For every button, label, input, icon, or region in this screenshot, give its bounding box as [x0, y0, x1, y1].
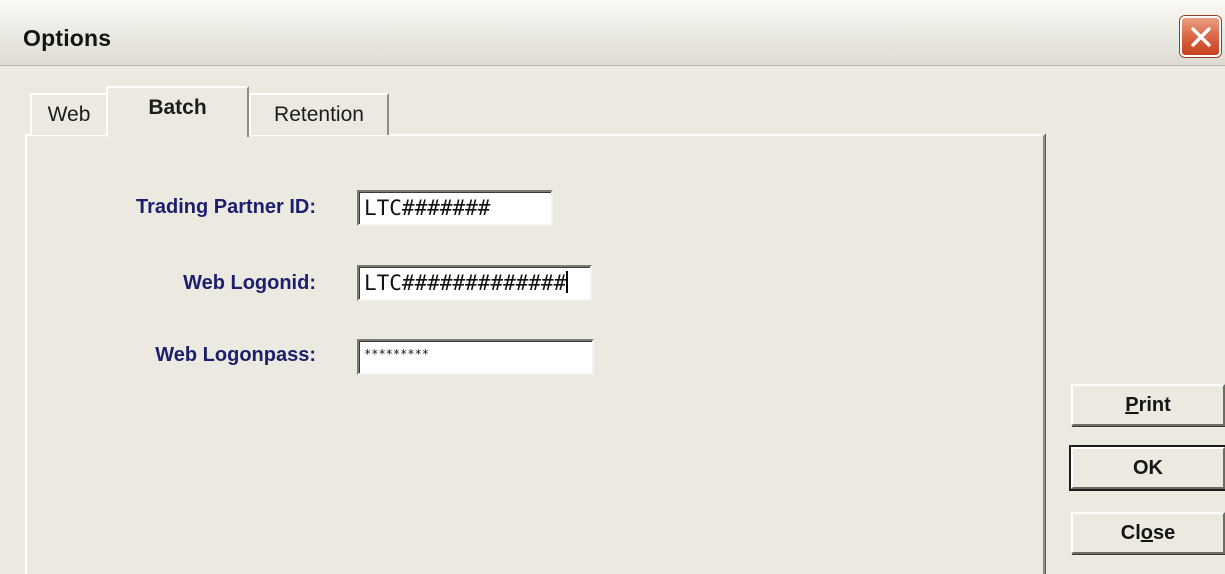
close-button-mnemonic: o	[1140, 521, 1153, 544]
web-logonid-value: LTC#############	[364, 271, 567, 295]
print-button-rest: rint	[1138, 393, 1171, 416]
trading-partner-id-label: Trading Partner ID:	[135, 196, 316, 218]
tab-web[interactable]: Web	[30, 93, 106, 135]
window-title: Options	[23, 25, 112, 51]
title-bar: Options	[0, 0, 1225, 66]
tab-batch[interactable]: Batch	[106, 86, 249, 137]
print-button[interactable]: Print	[1071, 384, 1225, 426]
close-button-post: se	[1152, 521, 1176, 544]
web-logonid-label: Web Logonid:	[183, 272, 316, 294]
text-caret	[566, 271, 569, 293]
web-logonid-field[interactable]: LTC#############	[357, 265, 592, 301]
web-logonpass-label: Web Logonpass:	[155, 344, 316, 366]
close-button[interactable]: Cl o se	[1071, 512, 1225, 554]
close-icon	[1190, 26, 1211, 47]
web-logonpass-field[interactable]: *********	[357, 339, 594, 375]
trading-partner-id-field[interactable]: LTC#######	[357, 190, 553, 226]
print-button-mnemonic: P	[1125, 393, 1139, 416]
ok-button[interactable]: OK	[1069, 445, 1225, 491]
close-window-button[interactable]	[1180, 16, 1221, 57]
tab-retention[interactable]: Retention	[249, 93, 389, 135]
close-button-pre: Cl	[1120, 521, 1141, 544]
